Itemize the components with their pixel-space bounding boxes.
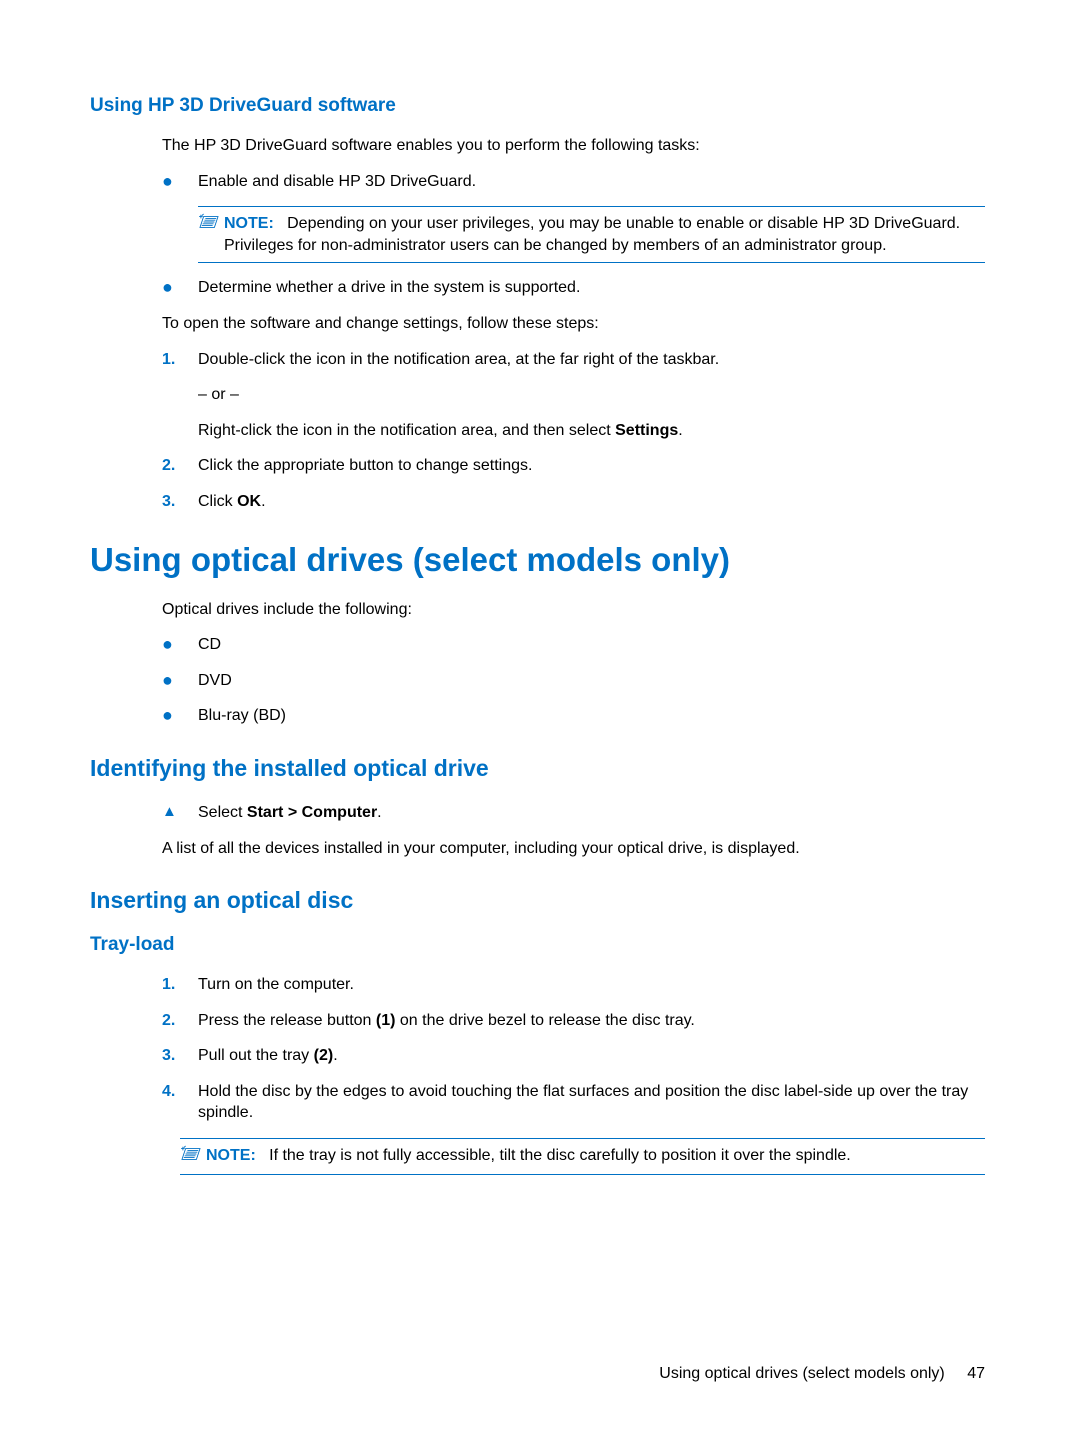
bullet-item: ● Enable and disable HP 3D DriveGuard. — [162, 171, 985, 193]
step-text: Press the release button (1) on the driv… — [198, 1010, 985, 1032]
step-number: 1. — [162, 974, 198, 996]
step-item: 4. Hold the disc by the edges to avoid t… — [162, 1081, 985, 1124]
heading-tray: Tray-load — [90, 934, 985, 956]
step-item: 2. Press the release button (1) on the d… — [162, 1010, 985, 1032]
bullet-item: ● DVD — [162, 670, 985, 692]
heading-insert: Inserting an optical disc — [90, 887, 985, 914]
step-or: – or – — [198, 384, 985, 406]
heading-driveguard: Using HP 3D DriveGuard software — [90, 95, 985, 117]
step-alt: Right-click the icon in the notification… — [198, 420, 985, 442]
paragraph-devices: A list of all the devices installed in y… — [162, 838, 985, 860]
step-item: 2. Click the appropriate button to chang… — [162, 455, 985, 477]
footer-text: Using optical drives (select models only… — [659, 1365, 944, 1382]
note-content: NOTE: Depending on your user privileges,… — [224, 213, 985, 256]
bullet-icon: ● — [162, 277, 198, 299]
step-item: 3. Click OK. — [162, 491, 985, 513]
paragraph-open: To open the software and change settings… — [162, 313, 985, 335]
step-item: 1. Double-click the icon in the notifica… — [162, 349, 985, 371]
step-number: 2. — [162, 455, 198, 477]
step-text: Turn on the computer. — [198, 974, 985, 996]
step-text: Click OK. — [198, 491, 985, 513]
bullet-item: ● CD — [162, 634, 985, 656]
note-box: NOTE: If the tray is not fully accessibl… — [180, 1138, 985, 1175]
bullet-item: ● Determine whether a drive in the syste… — [162, 277, 985, 299]
bullet-icon: ● — [162, 634, 198, 656]
triangle-item: ▲ Select Start > Computer. — [162, 802, 985, 824]
page-footer: Using optical drives (select models only… — [659, 1365, 985, 1383]
note-icon — [180, 1145, 206, 1168]
note-text: Depending on your user privileges, you m… — [224, 215, 960, 254]
bullet-text: CD — [198, 634, 985, 656]
step-number: 3. — [162, 1045, 198, 1067]
heading-optical: Using optical drives (select models only… — [90, 541, 985, 579]
step-text: Hold the disc by the edges to avoid touc… — [198, 1081, 985, 1124]
paragraph-optical-intro: Optical drives include the following: — [162, 599, 985, 621]
step-item: 1. Turn on the computer. — [162, 974, 985, 996]
triangle-text: Select Start > Computer. — [198, 802, 985, 824]
note-text: If the tray is not fully accessible, til… — [269, 1147, 851, 1164]
step-number: 1. — [162, 349, 198, 371]
note-icon — [198, 213, 224, 256]
bullet-text: Determine whether a drive in the system … — [198, 277, 985, 299]
step-item: 3. Pull out the tray (2). — [162, 1045, 985, 1067]
triangle-icon: ▲ — [162, 802, 198, 824]
step-text: Pull out the tray (2). — [198, 1045, 985, 1067]
bullet-icon: ● — [162, 670, 198, 692]
note-box: NOTE: Depending on your user privileges,… — [198, 206, 985, 263]
step-text: Click the appropriate button to change s… — [198, 455, 985, 477]
paragraph-intro: The HP 3D DriveGuard software enables yo… — [162, 135, 985, 157]
note-label: NOTE: — [206, 1147, 256, 1164]
note-label: NOTE: — [224, 215, 274, 232]
bullet-icon: ● — [162, 705, 198, 727]
step-number: 4. — [162, 1081, 198, 1124]
note-content: NOTE: If the tray is not fully accessibl… — [206, 1145, 985, 1168]
step-number: 3. — [162, 491, 198, 513]
bullet-item: ● Blu-ray (BD) — [162, 705, 985, 727]
bullet-text: DVD — [198, 670, 985, 692]
page-number: 47 — [967, 1365, 985, 1382]
bullet-icon: ● — [162, 171, 198, 193]
step-text: Double-click the icon in the notificatio… — [198, 349, 985, 371]
heading-identify: Identifying the installed optical drive — [90, 755, 985, 782]
bullet-text: Blu-ray (BD) — [198, 705, 985, 727]
bullet-text: Enable and disable HP 3D DriveGuard. — [198, 171, 985, 193]
step-number: 2. — [162, 1010, 198, 1032]
